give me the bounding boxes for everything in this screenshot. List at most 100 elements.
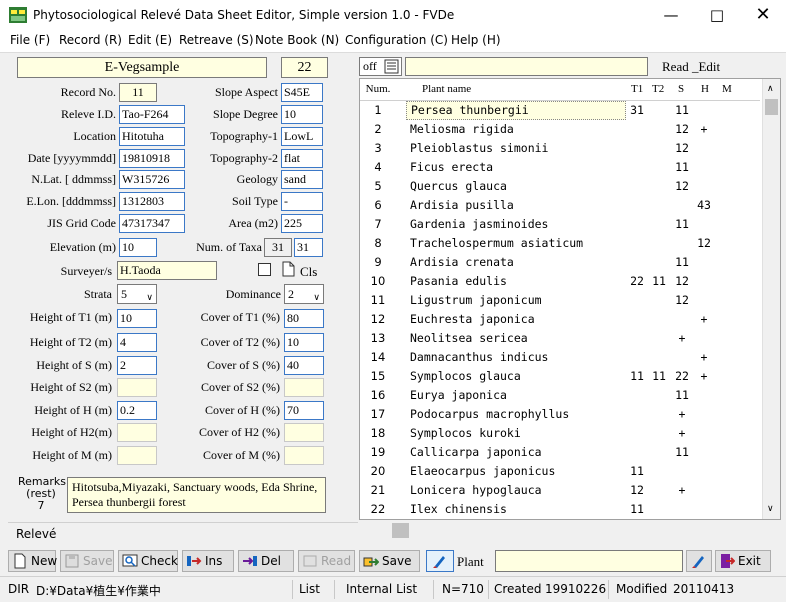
cell-t1[interactable]: 11 <box>626 500 648 519</box>
cell-h[interactable] <box>694 272 714 291</box>
grid-horizontal-scrollbar[interactable] <box>359 521 779 540</box>
cell-h[interactable] <box>694 424 714 443</box>
cell-h[interactable]: + <box>694 310 714 329</box>
table-row[interactable]: 3 Pleioblastus simonii 12 <box>360 139 760 158</box>
cell-s[interactable]: 11 <box>670 101 694 120</box>
cell-num[interactable]: 8 <box>360 234 396 253</box>
cell-num[interactable]: 7 <box>360 215 396 234</box>
cell-t1[interactable] <box>626 158 648 177</box>
table-row[interactable]: 2 Meliosma rigida 12 + <box>360 120 760 139</box>
cell-m[interactable] <box>716 272 736 291</box>
cell-name[interactable]: Callicarpa japonica <box>406 443 630 462</box>
cell-s[interactable]: 11 <box>670 253 694 272</box>
strata-select[interactable]: 5 ∨ <box>117 284 157 304</box>
cell-t2[interactable] <box>648 500 670 519</box>
area-field[interactable]: 225 <box>281 214 323 233</box>
cell-h[interactable] <box>694 253 714 272</box>
table-row[interactable]: 20 Elaeocarpus japonicus 11 <box>360 462 760 481</box>
cell-name[interactable]: Ardisia pusilla <box>406 196 630 215</box>
exit-button[interactable]: Exit <box>715 550 771 572</box>
read-button[interactable]: Read <box>298 550 355 572</box>
cell-m[interactable] <box>716 253 736 272</box>
cell-t2[interactable] <box>648 443 670 462</box>
cell-m[interactable] <box>716 367 736 386</box>
cell-t2[interactable] <box>648 177 670 196</box>
table-row[interactable]: 14 Damnacanthus indicus + <box>360 348 760 367</box>
cell-t1[interactable] <box>626 443 648 462</box>
cell-name[interactable]: Damnacanthus indicus <box>406 348 630 367</box>
cell-s[interactable]: + <box>670 329 694 348</box>
cell-num[interactable]: 5 <box>360 177 396 196</box>
cell-s[interactable]: 11 <box>670 386 694 405</box>
cell-m[interactable] <box>716 215 736 234</box>
table-row[interactable]: 10 Pasania edulis 22 11 12 <box>360 272 760 291</box>
height-m-field[interactable] <box>117 446 157 465</box>
menu-file[interactable]: File (F) <box>10 33 50 47</box>
jis-field[interactable]: 47317347 <box>119 214 185 233</box>
cover-t1-field[interactable]: 80 <box>284 309 324 328</box>
menu-configuration[interactable]: Configuration (C) <box>345 33 448 47</box>
cell-t1[interactable] <box>626 310 648 329</box>
cell-h[interactable] <box>694 500 714 519</box>
table-row[interactable]: 12 Euchresta japonica + <box>360 310 760 329</box>
cell-t1[interactable]: 11 <box>626 367 648 386</box>
cell-t1[interactable] <box>626 139 648 158</box>
table-row[interactable]: 22 Ilex chinensis 11 <box>360 500 760 519</box>
table-row[interactable]: 7 Gardenia jasminoides 11 <box>360 215 760 234</box>
table-row[interactable]: 1 Persea thunbergii 31 11 <box>360 101 760 120</box>
location-field[interactable]: Hitotuha <box>119 127 185 146</box>
cell-t1[interactable] <box>626 253 648 272</box>
cell-m[interactable] <box>716 405 736 424</box>
cell-t2[interactable] <box>648 234 670 253</box>
cell-num[interactable]: 19 <box>360 443 396 462</box>
delete-button[interactable]: Del <box>238 550 294 572</box>
maximize-button[interactable]: □ <box>694 0 740 30</box>
plant-grid[interactable]: Num. Plant name T1 T2 S H M 1 Persea thun… <box>359 78 781 520</box>
cell-h[interactable] <box>694 405 714 424</box>
cell-name[interactable]: Ligustrum japonicum <box>406 291 630 310</box>
menu-record[interactable]: Record (R) <box>59 33 122 47</box>
cell-m[interactable] <box>716 196 736 215</box>
cell-t2[interactable] <box>648 481 670 500</box>
close-button[interactable]: ✕ <box>740 0 786 30</box>
table-row[interactable]: 4 Ficus erecta 11 <box>360 158 760 177</box>
cell-t2[interactable] <box>648 253 670 272</box>
elon-field[interactable]: 1312803 <box>119 192 185 211</box>
cell-t2[interactable] <box>648 215 670 234</box>
cell-h[interactable] <box>694 291 714 310</box>
cell-num[interactable]: 16 <box>360 386 396 405</box>
table-row[interactable]: 16 Eurya japonica 11 <box>360 386 760 405</box>
cell-t1[interactable] <box>626 120 648 139</box>
save-list-button[interactable]: Save <box>359 550 420 572</box>
cell-t2[interactable] <box>648 101 670 120</box>
cell-num[interactable]: 3 <box>360 139 396 158</box>
cell-name[interactable]: Neolitsea sericea <box>406 329 630 348</box>
cell-s[interactable]: 12 <box>670 139 694 158</box>
height-t2-field[interactable]: 4 <box>117 333 157 352</box>
cell-t2[interactable] <box>648 405 670 424</box>
table-row[interactable]: 9 Ardisia crenata 11 <box>360 253 760 272</box>
menu-edit[interactable]: Edit (E) <box>128 33 172 47</box>
cell-t1[interactable]: 22 <box>626 272 648 291</box>
cell-m[interactable] <box>716 120 736 139</box>
table-row[interactable]: 17 Podocarpus macrophyllus + <box>360 405 760 424</box>
cell-s[interactable]: + <box>670 481 694 500</box>
menu-notebook[interactable]: Note Book (N) <box>255 33 339 47</box>
cell-name[interactable]: Podocarpus macrophyllus <box>406 405 630 424</box>
cell-t1[interactable] <box>626 196 648 215</box>
insert-button[interactable]: Ins <box>182 550 234 572</box>
nlat-field[interactable]: W315726 <box>119 170 185 189</box>
cell-num[interactable]: 13 <box>360 329 396 348</box>
cell-t1[interactable] <box>626 386 648 405</box>
table-row[interactable]: 5 Quercus glauca 12 <box>360 177 760 196</box>
cell-t1[interactable] <box>626 291 648 310</box>
cell-t2[interactable] <box>648 139 670 158</box>
minimize-button[interactable]: — <box>648 0 694 30</box>
cell-name[interactable]: Euchresta japonica <box>406 310 630 329</box>
surveyer-field[interactable]: H.Taoda <box>117 261 217 280</box>
cell-h[interactable] <box>694 215 714 234</box>
scroll-thumb[interactable] <box>765 99 778 115</box>
cell-num[interactable]: 1 <box>360 101 396 120</box>
cell-s[interactable]: 11 <box>670 158 694 177</box>
table-row[interactable]: 21 Lonicera hypoglauca 12 + <box>360 481 760 500</box>
